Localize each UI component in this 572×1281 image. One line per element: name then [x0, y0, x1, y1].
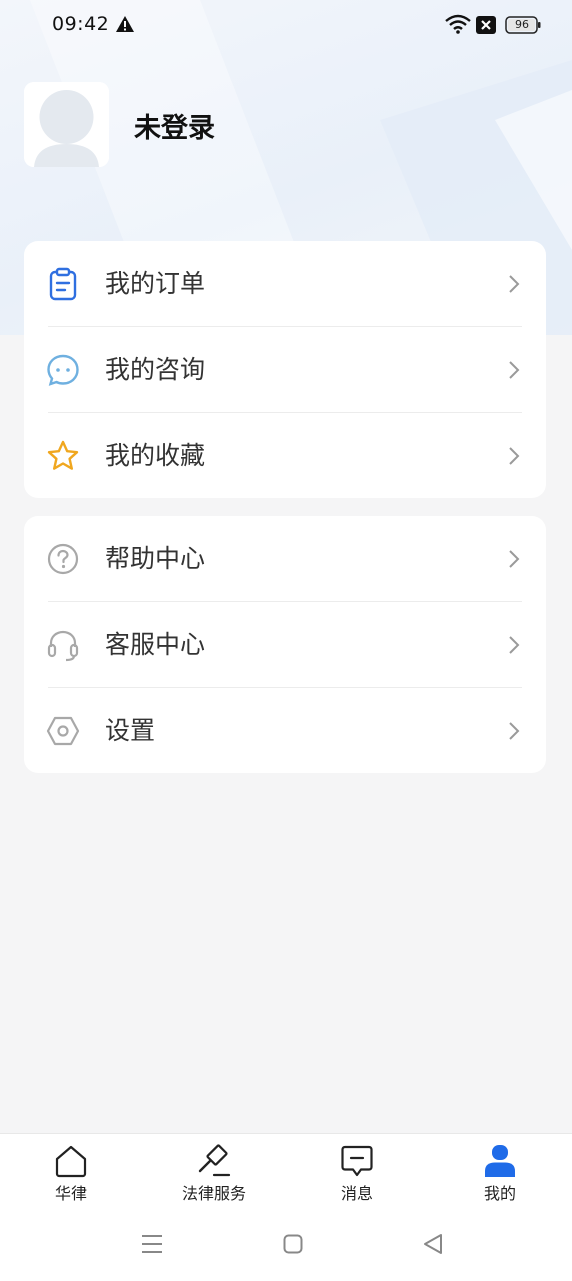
nav-tab-label: 消息 [340, 1184, 373, 1203]
chevron-right-icon [508, 360, 520, 384]
menu-item-orders[interactable]: 我的订单 [24, 241, 546, 326]
status-bar: 09:42 96 [0, 0, 572, 52]
menu-item-label: 我的订单 [105, 269, 206, 298]
menu-item-label: 设置 [105, 716, 156, 745]
chevron-right-icon [508, 635, 520, 659]
menu-item-label: 我的收藏 [105, 441, 206, 470]
settings-hexagon-icon [46, 714, 80, 748]
menu-item-consultations[interactable]: 我的咨询 [24, 327, 546, 412]
nav-tab-mine[interactable]: 我的 [445, 1144, 555, 1206]
nav-tab-legal-services[interactable]: 法律服务 [159, 1144, 269, 1206]
menu-item-customer-service[interactable]: 客服中心 [24, 602, 546, 687]
nav-tab-label: 华律 [54, 1184, 87, 1203]
home-icon [55, 1145, 87, 1178]
nav-tab-messages[interactable]: 消息 [302, 1144, 412, 1206]
login-status-label[interactable]: 未登录 [134, 106, 215, 145]
help-circle-icon [46, 542, 80, 576]
nav-tab-home[interactable]: 华律 [16, 1144, 126, 1206]
gavel-icon [198, 1144, 231, 1177]
system-navigation-bar [0, 1225, 572, 1265]
nav-tab-label: 法律服务 [181, 1184, 246, 1203]
status-time: 09:42 [52, 13, 110, 35]
chevron-right-icon [508, 274, 520, 298]
headset-icon [46, 628, 80, 662]
menu-item-label: 我的咨询 [105, 355, 206, 384]
menu-item-settings[interactable]: 设置 [24, 688, 546, 773]
menu-item-label: 客服中心 [105, 630, 206, 659]
menu-card-secondary: 帮助中心 客服中心 设置 [24, 516, 546, 773]
user-icon [485, 1145, 515, 1177]
menu-item-help[interactable]: 帮助中心 [24, 516, 546, 601]
chevron-right-icon [508, 721, 520, 745]
back-triangle-icon[interactable] [423, 1233, 443, 1255]
chevron-right-icon [508, 446, 520, 470]
message-icon [341, 1145, 373, 1177]
warning-icon [115, 15, 135, 37]
clipboard-icon [46, 267, 80, 301]
menu-card-primary: 我的订单 我的咨询 我的收藏 [24, 241, 546, 498]
nav-tab-label: 我的 [483, 1184, 516, 1203]
chevron-right-icon [508, 549, 520, 573]
star-icon [46, 439, 80, 473]
default-avatar-icon [24, 82, 109, 167]
battery-level: 96 [515, 18, 529, 31]
menu-lines-icon[interactable] [141, 1233, 163, 1255]
menu-item-label: 帮助中心 [105, 544, 206, 573]
wifi-icon [445, 14, 471, 38]
menu-item-favorites[interactable]: 我的收藏 [24, 413, 546, 498]
home-square-icon[interactable] [283, 1234, 303, 1254]
sim-off-icon [476, 16, 496, 38]
chat-bubble-icon [46, 353, 80, 387]
avatar[interactable] [24, 82, 109, 167]
